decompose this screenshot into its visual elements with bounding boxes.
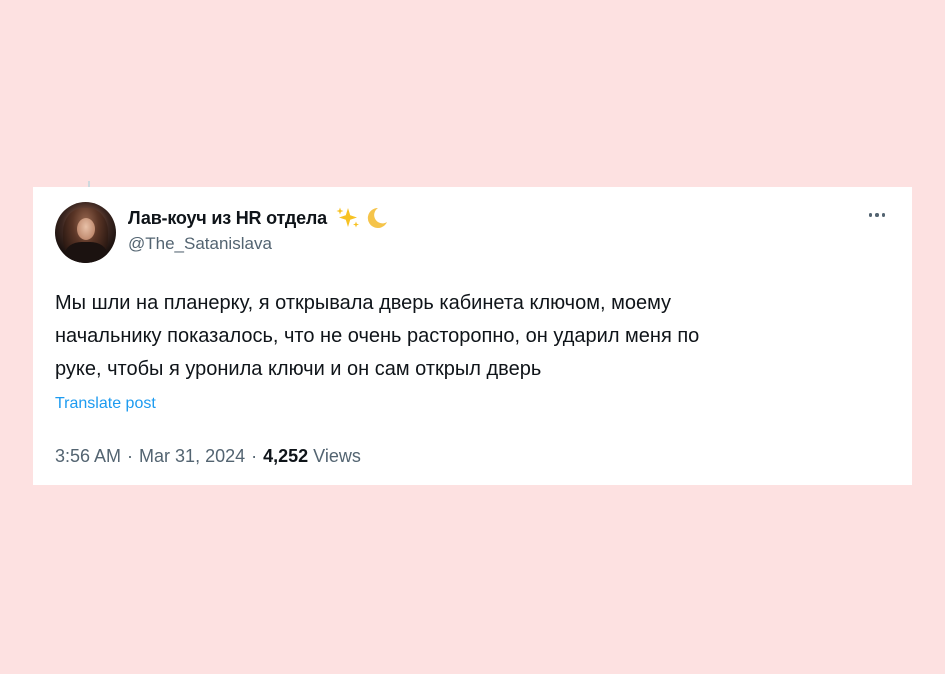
- translate-post-link[interactable]: Translate post: [55, 395, 156, 413]
- more-dot: [881, 213, 886, 217]
- views-count[interactable]: 4,252: [263, 446, 308, 467]
- author-name-row: Лав-коуч из HR отдела: [128, 205, 389, 231]
- avatar-face: [77, 218, 95, 240]
- sparkles-icon: [336, 207, 359, 228]
- tweet-date[interactable]: Mar 31, 2024: [139, 446, 245, 467]
- more-options-icon[interactable]: [864, 205, 890, 225]
- avatar[interactable]: [55, 202, 116, 263]
- tweet-card: Лав-коуч из HR отдела @The_Satanislava М…: [33, 187, 912, 485]
- author-display-name[interactable]: Лав-коуч из HR отдела: [128, 208, 327, 229]
- crescent-moon-icon: [367, 207, 387, 228]
- tweet-meta: 3:56 AM · Mar 31, 2024 · 4,252 Views: [55, 446, 361, 467]
- views-label[interactable]: Views: [313, 446, 361, 467]
- more-dot: [875, 213, 879, 217]
- author-handle[interactable]: @The_Satanislava: [128, 234, 272, 254]
- meta-separator: ·: [251, 446, 258, 466]
- tweet-time[interactable]: 3:56 AM: [55, 446, 121, 467]
- avatar-body: [65, 242, 107, 263]
- more-dot: [868, 213, 873, 217]
- tweet-text: Мы шли на планерку, я открывала дверь ка…: [55, 292, 700, 380]
- meta-separator: ·: [127, 446, 134, 466]
